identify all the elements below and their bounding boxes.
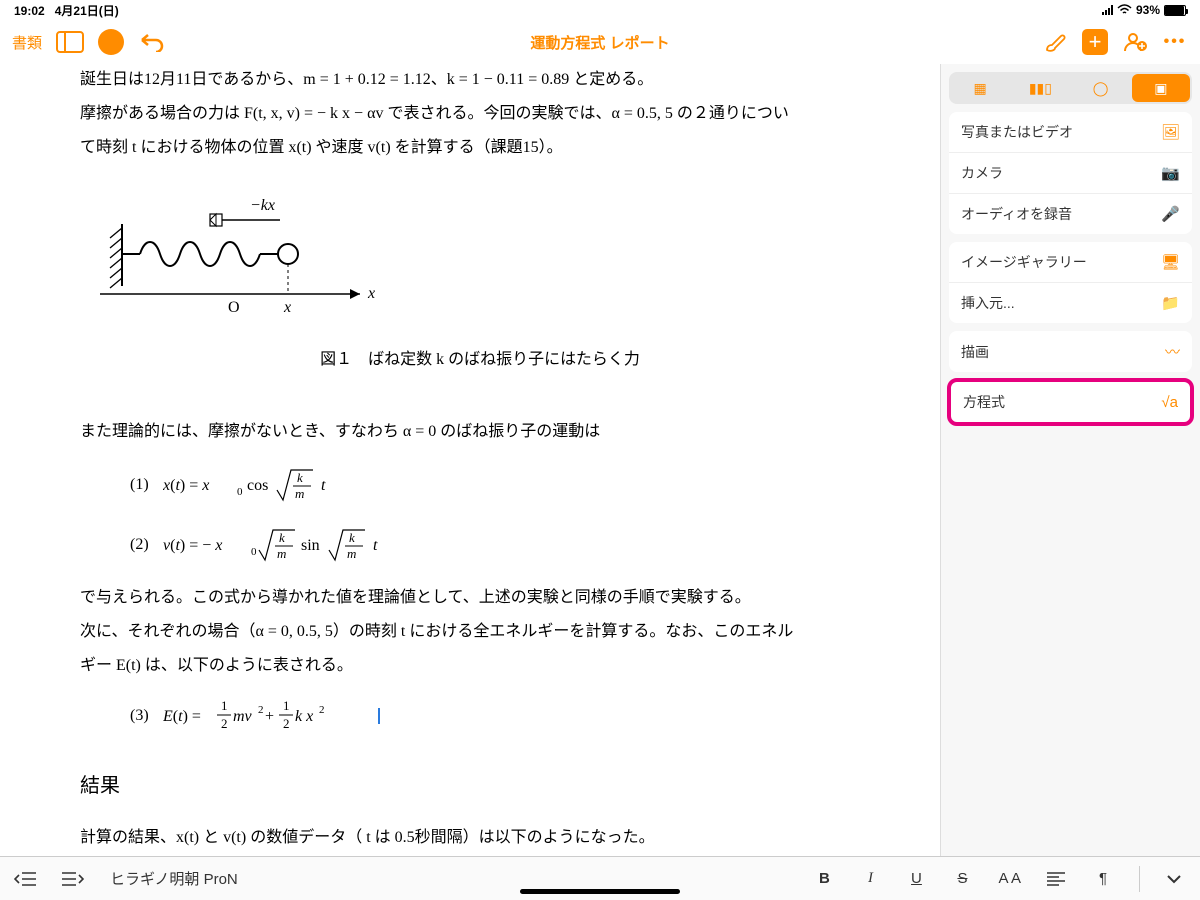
outline-icon[interactable] — [98, 29, 124, 55]
font-picker[interactable]: ヒラギノ明朝 ProN — [110, 868, 238, 889]
equation-3: (3) E(t) = 1 2 mv 2 + 1 2 k x 2 — [80, 696, 880, 736]
svg-text:0: 0 — [237, 486, 243, 498]
battery-pct: 93% — [1136, 3, 1160, 17]
equation-1: (1) x(t) = x 0 cos k m t — [80, 462, 880, 508]
insert-photo-video[interactable]: 写真またはビデオ 🖼 — [949, 112, 1192, 153]
insert-camera[interactable]: カメラ 📷 — [949, 153, 1192, 194]
body-text: て時刻 t における物体の位置 x(t) や速度 v(t) を計算する（課題15… — [80, 132, 880, 164]
status-date: 4月21日(日) — [55, 4, 119, 18]
axis-origin: O — [228, 299, 240, 316]
axis-far-x: x — [367, 285, 375, 302]
document-body[interactable]: 誕生日は12月11日であるから、m = 1 + 0.12 = 1.12、k = … — [0, 64, 940, 856]
insert-image-gallery[interactable]: イメージギャラリー 🖥 — [949, 242, 1192, 283]
svg-text:k: k — [349, 530, 355, 545]
svg-text:cos: cos — [247, 477, 268, 494]
insert-tabs: ▦ ▮▮▯ ◯ ▣ — [949, 72, 1192, 104]
body-text: ギー E(t) は、以下のように表される。 — [80, 650, 880, 682]
more-icon[interactable]: ••• — [1162, 29, 1188, 55]
panel-toggle-icon[interactable] — [56, 31, 84, 53]
mic-icon: 🎤 — [1161, 205, 1180, 223]
svg-text:0: 0 — [251, 546, 257, 558]
svg-text:1: 1 — [283, 698, 290, 713]
tab-charts[interactable]: ▮▮▯ — [1011, 74, 1069, 102]
svg-text:k x: k x — [295, 708, 313, 725]
svg-text:2: 2 — [258, 704, 264, 716]
svg-text:m: m — [347, 546, 356, 561]
app-toolbar: 書類 運動方程式 レポート + ••• — [0, 20, 1200, 64]
documents-button[interactable]: 書類 — [12, 32, 42, 53]
body-text: 計算の結果、x(t) と v(t) の数値データ（ t は 0.5秒間隔）は以下… — [80, 822, 880, 854]
status-bar: 19:02 4月21日(日) 93% — [0, 0, 1200, 20]
insert-audio[interactable]: オーディオを録音 🎤 — [949, 194, 1192, 234]
axis-mass-x: x — [283, 299, 291, 316]
italic-button[interactable]: I — [860, 870, 880, 887]
status-right: 93% — [1102, 3, 1186, 17]
force-label: −kx — [250, 197, 275, 214]
svg-text:mv: mv — [233, 708, 253, 725]
collapse-button[interactable] — [1166, 874, 1186, 884]
tab-media[interactable]: ▣ — [1132, 74, 1190, 102]
insert-panel: ▦ ▮▮▯ ◯ ▣ 写真またはビデオ 🖼 カメラ 📷 オーディオを録音 🎤 イメ… — [940, 64, 1200, 856]
status-time: 19:02 — [14, 4, 45, 18]
body-text: で与えられる。この式から導かれた値を理論値として、上述の実験と同様の手順で実験す… — [80, 582, 880, 614]
outdent-button[interactable] — [14, 871, 36, 887]
svg-text:E(t) =: E(t) = — [163, 708, 201, 725]
body-text: 誕生日は12月11日であるから、m = 1 + 0.12 = 1.12、k = … — [80, 64, 880, 96]
underline-button[interactable]: U — [906, 870, 926, 887]
document-title: 運動方程式 レポート — [286, 32, 914, 53]
bold-button[interactable]: B — [814, 870, 834, 887]
svg-text:+: + — [265, 708, 274, 725]
align-button[interactable] — [1047, 872, 1067, 886]
signal-icon — [1102, 5, 1113, 15]
equation-2: (2) v(t) = − x 0 k m sin k m t — [80, 522, 880, 568]
tab-tables[interactable]: ▦ — [951, 74, 1009, 102]
svg-text:2: 2 — [319, 704, 325, 716]
battery-icon — [1164, 5, 1186, 16]
scribble-icon: 〰 — [1165, 341, 1180, 362]
text-cursor — [378, 708, 380, 724]
folder-icon: 📁 — [1161, 294, 1180, 312]
insert-from[interactable]: 挿入元... 📁 — [949, 283, 1192, 323]
body-text: 次に、それぞれの場合（α = 0, 0.5, 5）の時刻 t における全エネルギ… — [80, 616, 880, 648]
svg-text:1: 1 — [221, 698, 228, 713]
photo-icon: 🖼 — [1161, 123, 1180, 141]
indent-button[interactable] — [62, 871, 84, 887]
svg-text:k: k — [297, 470, 303, 485]
brush-icon[interactable] — [1042, 29, 1068, 55]
insert-equation[interactable]: 方程式 √a — [951, 382, 1190, 422]
body-text: また理論的には、摩擦がないとき、すなわち α = 0 のばね振り子の運動は — [80, 416, 880, 448]
svg-text:t: t — [373, 537, 378, 554]
undo-icon[interactable] — [138, 29, 164, 55]
section-heading: 結果 — [80, 766, 880, 806]
camera-icon: 📷 — [1161, 164, 1180, 182]
svg-text:sin: sin — [301, 537, 320, 554]
svg-text:t: t — [321, 477, 326, 494]
equation-image: E(t) = 1 2 mv 2 + 1 2 k x 2 — [163, 696, 363, 736]
svg-text:k: k — [279, 530, 285, 545]
svg-text:m: m — [295, 486, 304, 501]
gallery-icon: 🖥 — [1161, 253, 1180, 271]
equation-image: v(t) = − x 0 k m sin k m t — [163, 522, 423, 568]
svg-text:v(t) = − x: v(t) = − x — [163, 537, 222, 554]
svg-text:m: m — [277, 546, 286, 561]
paragraph-button[interactable]: ¶ — [1093, 870, 1113, 887]
insert-button[interactable]: + — [1082, 29, 1108, 55]
svg-text:2: 2 — [283, 716, 290, 731]
insert-drawing[interactable]: 描画 〰 — [949, 331, 1192, 372]
collaborate-icon[interactable] — [1122, 29, 1148, 55]
equation-icon: √a — [1161, 394, 1178, 411]
strike-button[interactable]: S — [952, 870, 972, 887]
wifi-icon — [1117, 4, 1132, 16]
home-indicator — [520, 889, 680, 894]
equation-image: x(t) = x 0 cos k m t — [163, 462, 363, 508]
text-size-button[interactable]: A A — [998, 870, 1021, 887]
body-text: 摩擦がある場合の力は F(t, x, v) = − k x − αv で表される… — [80, 98, 880, 130]
status-left: 19:02 4月21日(日) — [14, 2, 119, 19]
tab-shapes[interactable]: ◯ — [1072, 74, 1130, 102]
figure-caption: 図１ ばね定数 k のばね振り子にはたらく力 — [80, 344, 880, 376]
svg-text:2: 2 — [221, 716, 228, 731]
figure-spring: −kx O — [80, 194, 880, 324]
svg-text:x(t) = x: x(t) = x — [163, 477, 209, 494]
